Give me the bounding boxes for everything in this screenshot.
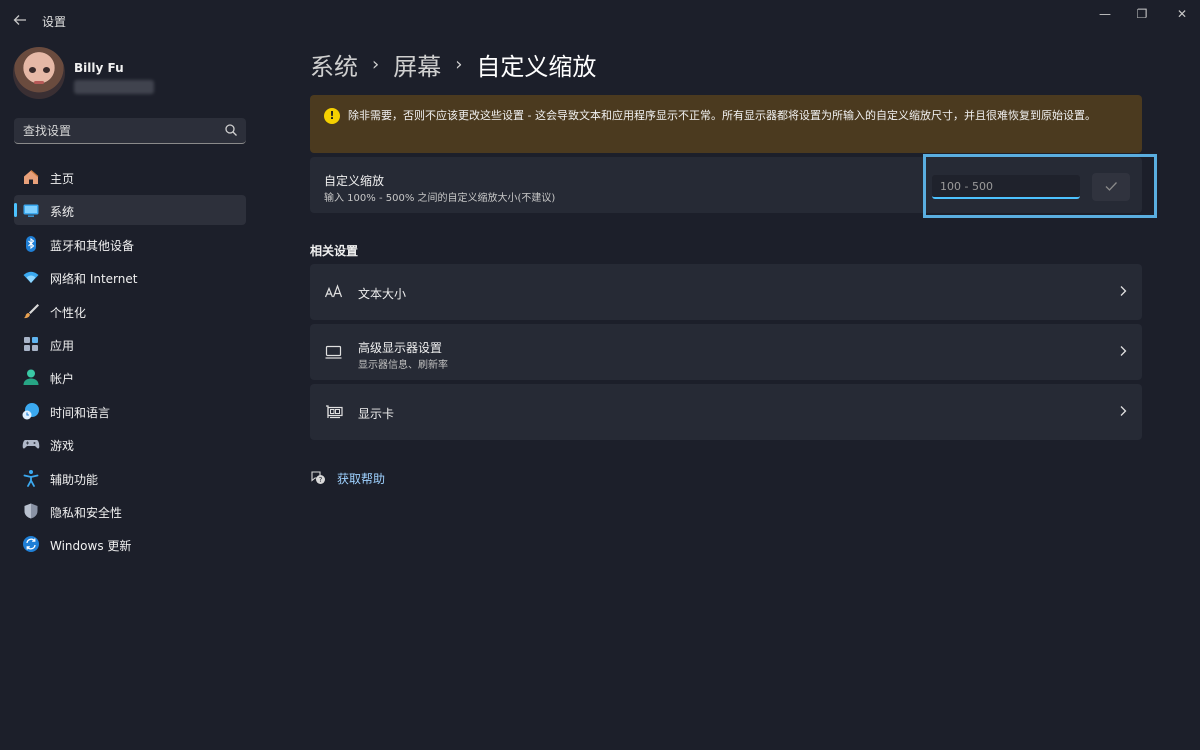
minimize-icon: — (1099, 7, 1111, 21)
privacy-shield-icon (24, 503, 38, 519)
warning-text: 除非需要，否则不应该更改这些设置 - 这会导致文本和应用程序显示不正常。所有显示… (348, 109, 1096, 122)
arrow-left-icon (13, 15, 26, 25)
user-profile[interactable]: Billy Fu (13, 47, 253, 101)
graphics-card-icon (326, 405, 343, 419)
warning-icon: ! (324, 108, 340, 124)
chevron-right-icon (1120, 286, 1127, 296)
minimize-button[interactable]: — (1085, 4, 1125, 24)
avatar (13, 47, 65, 99)
sidebar-item-system[interactable]: 系统 (14, 195, 246, 226)
apps-icon (24, 336, 38, 351)
main-content: 系统 › 屏幕 › 自定义缩放 ! 除非需要，否则不应该更改这些设置 - 这会导… (310, 40, 1157, 740)
breadcrumb-display[interactable]: 屏幕 (393, 47, 441, 82)
active-indicator (14, 203, 17, 218)
sidebar-item-label: 网络和 Internet (50, 272, 138, 287)
restore-icon: ❐ (1136, 7, 1148, 21)
account-icon (23, 369, 39, 386)
sidebar-item-label: 个性化 (50, 305, 87, 320)
search-icon[interactable] (224, 123, 238, 137)
monitor-icon (325, 345, 342, 359)
sidebar-item-apps[interactable]: 应用 (14, 329, 246, 359)
breadcrumb-system[interactable]: 系统 (310, 47, 358, 82)
link-subtitle: 显示器信息、刷新率 (358, 360, 448, 371)
personalization-brush-icon (24, 303, 39, 318)
sidebar-item-label: 应用 (50, 338, 75, 353)
sidebar-item-bluetooth[interactable]: 蓝牙和其他设备 (14, 229, 246, 259)
sidebar-item-home[interactable]: 主页 (14, 162, 246, 192)
sidebar-item-personalization[interactable]: 个性化 (14, 296, 246, 326)
custom-scale-title: 自定义缩放 (324, 174, 385, 188)
sidebar-item-gaming[interactable]: 游戏 (14, 429, 246, 459)
windows-update-icon (23, 536, 39, 553)
user-name: Billy Fu (74, 61, 124, 75)
bluetooth-icon (26, 235, 36, 252)
title-bar: 设置 — ❐ ✕ (0, 0, 1200, 40)
text-size-icon (324, 284, 343, 298)
sidebar-item-account[interactable]: 帐户 (14, 362, 246, 392)
custom-scale-description: 输入 100% - 500% 之间的自定义缩放大小(不建议) (324, 193, 556, 204)
breadcrumb-separator: › (455, 53, 463, 75)
help-chat-icon: ? (311, 471, 325, 484)
warning-banner: ! 除非需要，否则不应该更改这些设置 - 这会导致文本和应用程序显示不正常。所有… (310, 95, 1142, 153)
maximize-button[interactable]: ❐ (1122, 4, 1162, 24)
related-settings-heading: 相关设置 (310, 244, 359, 258)
sidebar-item-label: 蓝牙和其他设备 (50, 238, 135, 253)
link-title: 文本大小 (358, 287, 407, 301)
get-help-link[interactable]: 获取帮助 (337, 470, 385, 487)
gaming-icon (22, 440, 40, 449)
sidebar-item-label: 时间和语言 (50, 405, 111, 420)
breadcrumb: 系统 › 屏幕 › 自定义缩放 (310, 47, 597, 82)
sidebar-item-network[interactable]: 网络和 Internet (14, 262, 246, 292)
system-icon (23, 204, 39, 218)
sidebar-nav: 主页 系统 蓝牙和其他设备 网络和 Internet 个性化 应用 帐户 时间和… (14, 162, 246, 563)
app-title: 设置 (42, 15, 67, 29)
user-email-redacted (74, 80, 154, 94)
sidebar-item-label: 系统 (50, 205, 75, 220)
sidebar-item-label: Windows 更新 (50, 539, 132, 554)
close-icon: ✕ (1176, 7, 1188, 21)
time-language-icon (22, 402, 39, 420)
chevron-right-icon (1120, 346, 1127, 356)
link-title: 显示卡 (358, 407, 395, 421)
search-input[interactable] (14, 118, 214, 144)
home-icon (24, 170, 39, 184)
sidebar-item-label: 辅助功能 (50, 472, 99, 487)
annotation-highlight-box (923, 154, 1157, 218)
sidebar-item-label: 游戏 (50, 439, 75, 454)
sidebar-item-label: 主页 (50, 172, 75, 186)
sidebar-item-accessibility[interactable]: 辅助功能 (14, 463, 246, 493)
chevron-right-icon (1120, 406, 1127, 416)
sidebar-item-label: 隐私和安全性 (50, 505, 123, 520)
sidebar: Billy Fu 主页 系统 (0, 40, 260, 750)
search-box (14, 118, 246, 144)
breadcrumb-separator: › (372, 53, 380, 75)
back-button[interactable] (10, 10, 30, 30)
svg-text:?: ? (319, 476, 323, 484)
sidebar-item-time-language[interactable]: 时间和语言 (14, 396, 246, 426)
sidebar-item-windows-update[interactable]: Windows 更新 (14, 529, 246, 559)
link-title: 高级显示器设置 (358, 341, 443, 355)
network-icon (23, 271, 39, 284)
text-size-link[interactable]: 文本大小 (310, 264, 1142, 320)
sidebar-item-label: 帐户 (50, 372, 75, 387)
close-button[interactable]: ✕ (1162, 4, 1200, 24)
graphics-card-link[interactable]: 显示卡 (310, 384, 1142, 440)
page-title: 自定义缩放 (476, 52, 597, 81)
accessibility-icon (23, 469, 39, 487)
sidebar-item-privacy[interactable]: 隐私和安全性 (14, 496, 246, 526)
advanced-display-link[interactable]: 高级显示器设置 显示器信息、刷新率 (310, 324, 1142, 380)
